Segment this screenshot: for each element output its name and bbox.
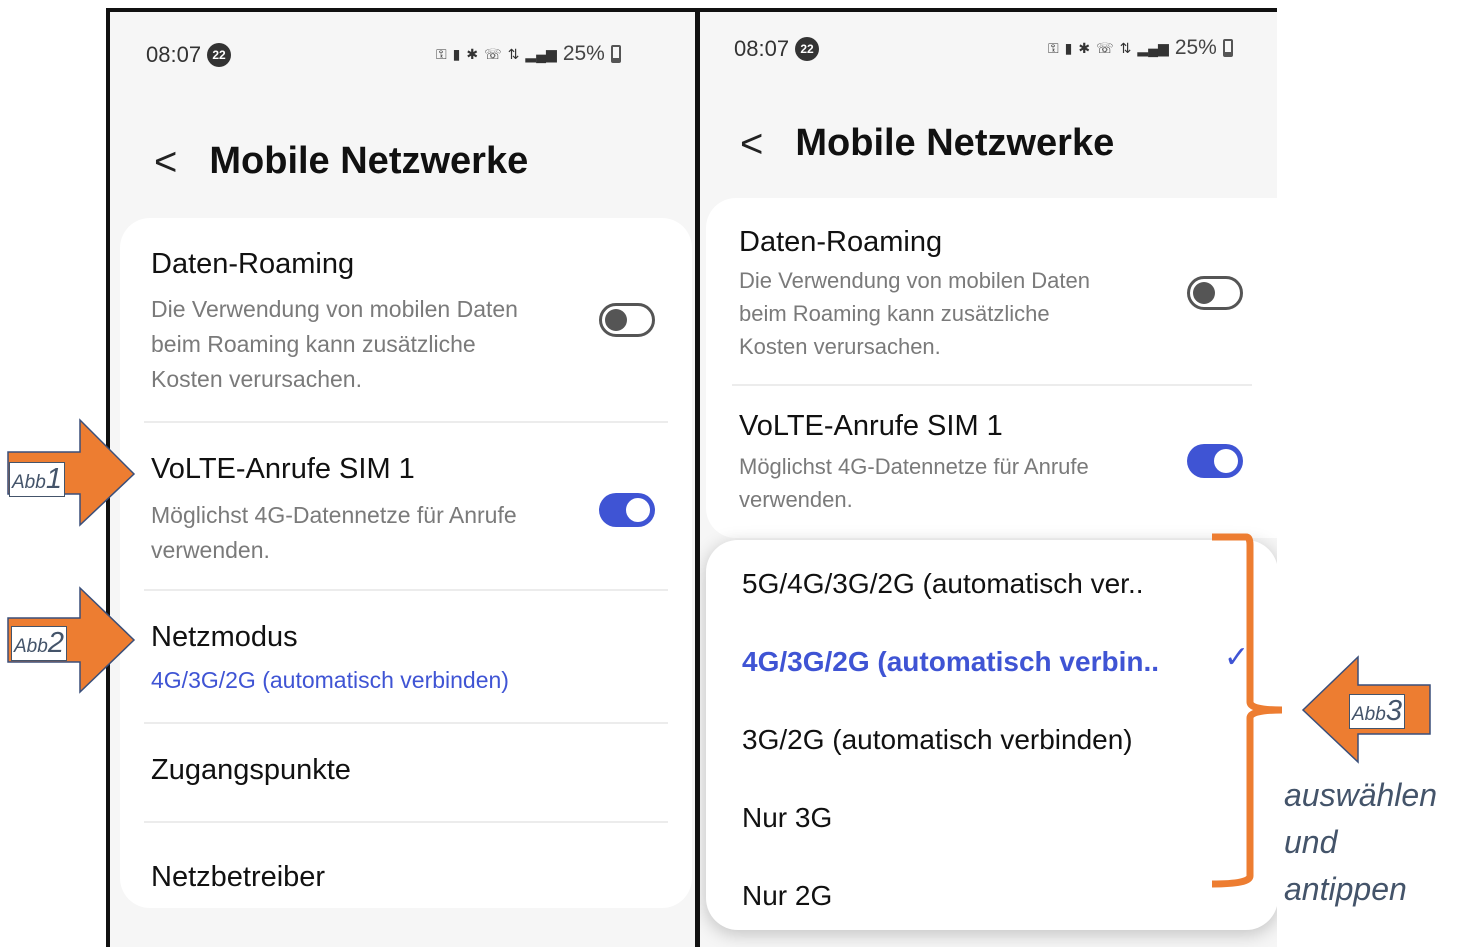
abb3-label: Abb3 [1349,694,1405,729]
abb1-label: Abb1 [9,462,65,497]
abb2-label: Abb2 [11,626,67,661]
selection-bracket-icon [1211,533,1283,888]
annotation-overlay [7,418,1431,888]
instruction-text: auswählen und antippen [1284,777,1437,907]
